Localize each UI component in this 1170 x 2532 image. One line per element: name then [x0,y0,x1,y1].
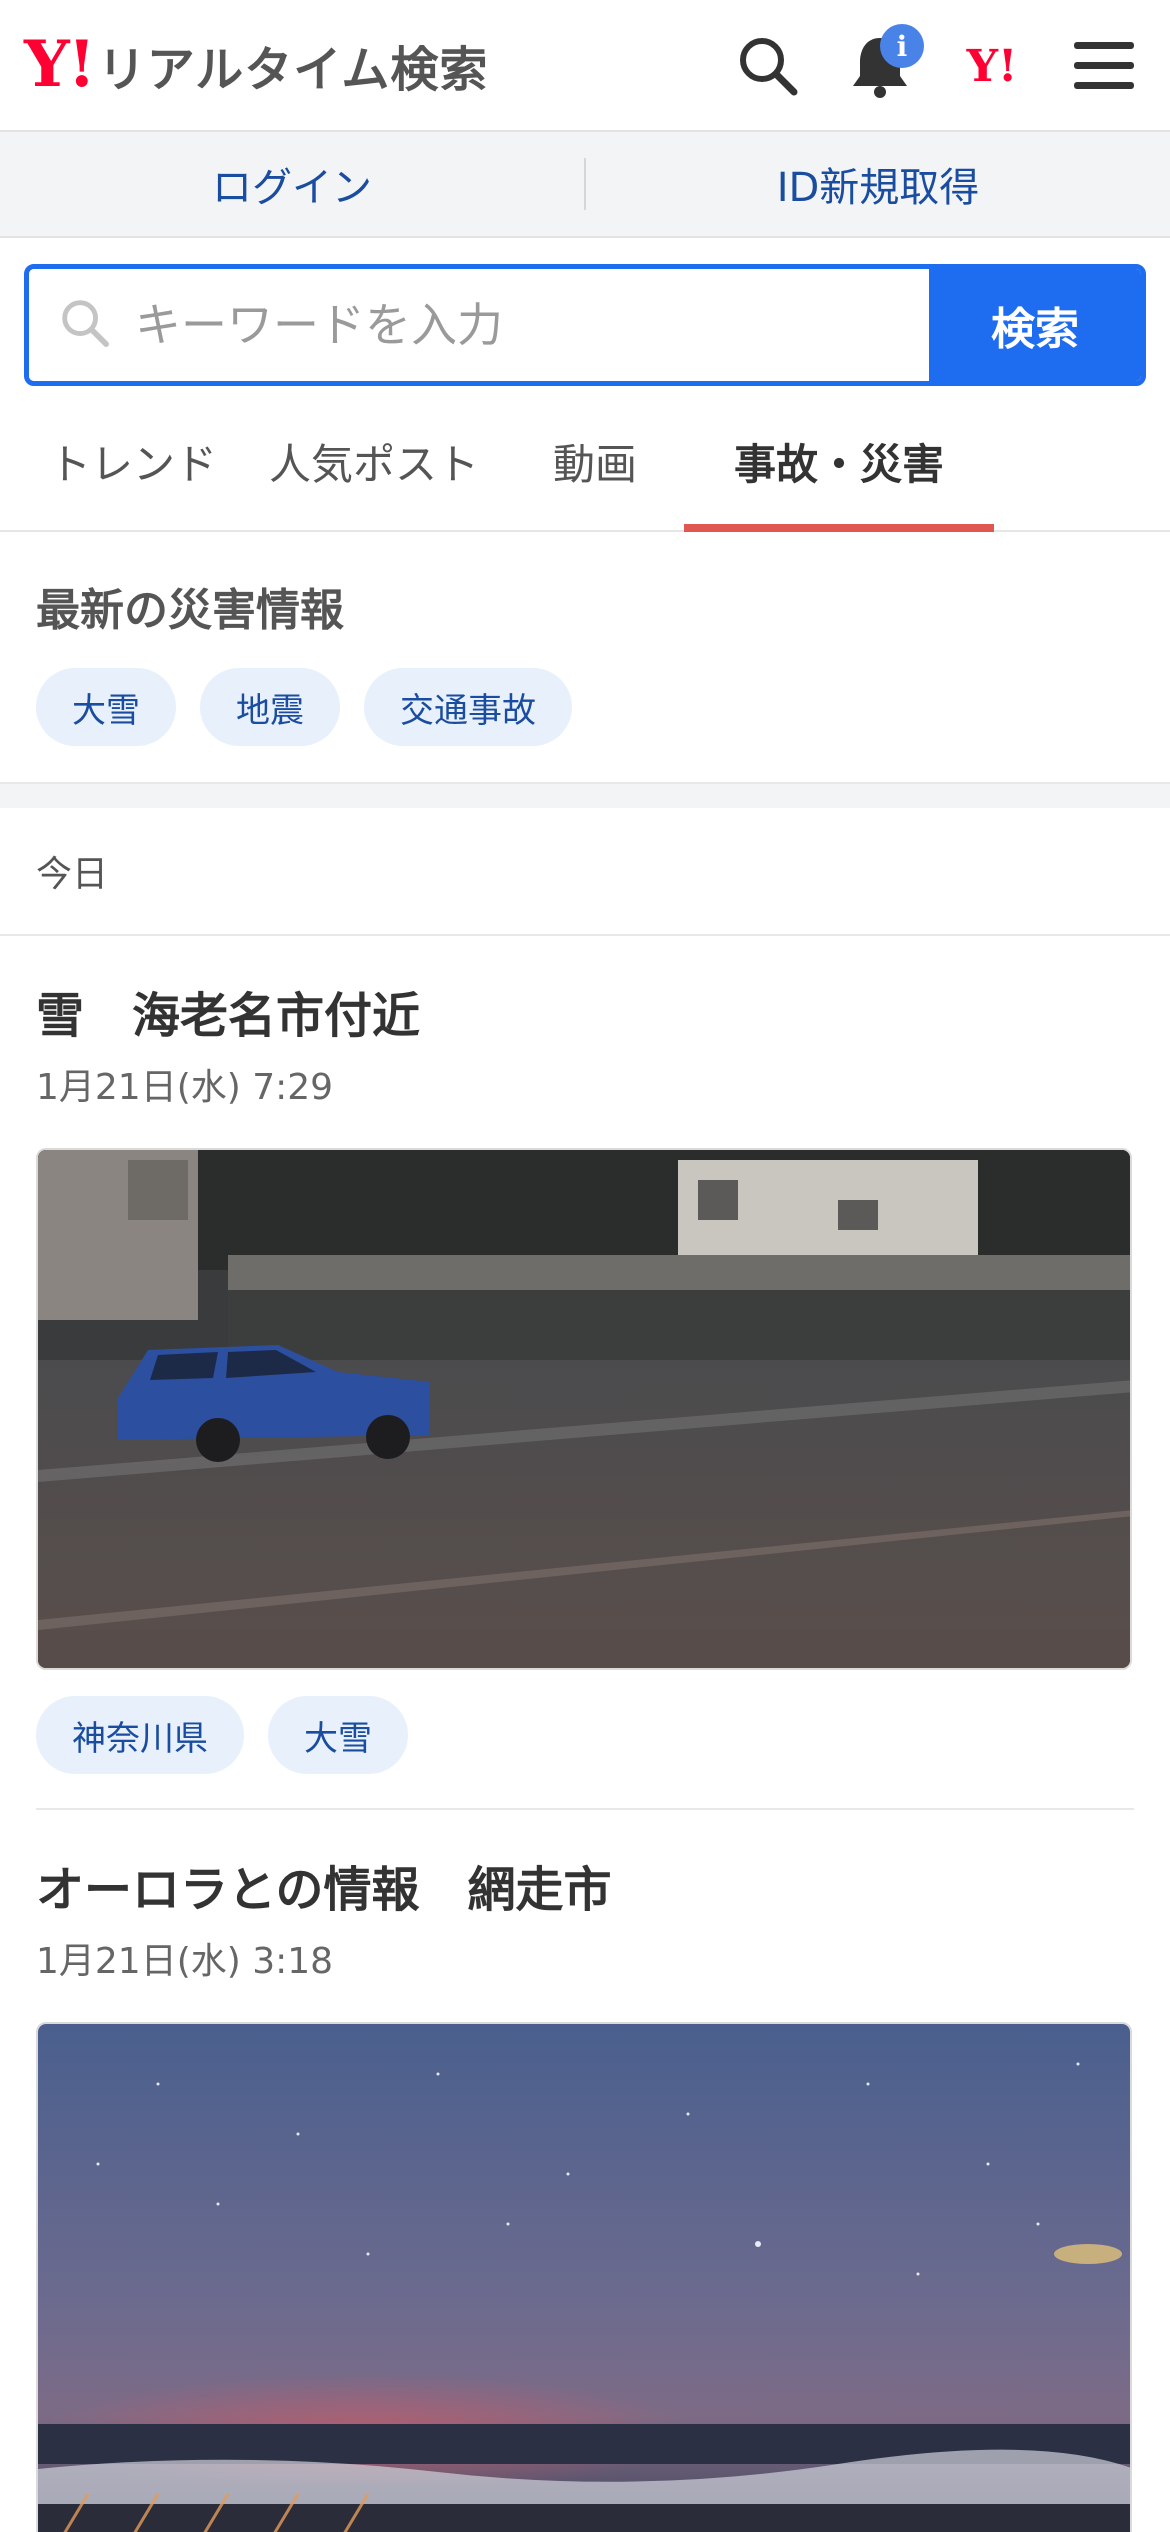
search-field[interactable] [29,269,929,381]
day-label: 今日 [0,808,1170,936]
disaster-chips: 大雪 地震 交通事故 [36,668,1134,746]
search-box: 検索 [24,264,1146,386]
tab-videos[interactable]: 動画 [506,392,684,530]
disaster-info-section: 最新の災害情報 大雪 地震 交通事故 [0,574,1170,746]
post-timestamp: 1月21日(水) 7:29 [36,1067,334,1108]
tab-accidents-disasters[interactable]: 事故・災害 [684,392,994,532]
notification-badge: i [880,24,924,68]
site-title: リアルタイム検索 [97,42,489,98]
post-tags: 神奈川県 大雪 [36,1696,1134,1810]
bell-icon[interactable]: i [844,24,924,102]
search-button[interactable]: 検索 [929,269,1141,381]
post-timestamp: 1月21日(水) 3:18 [36,1941,334,1982]
category-tabs: トレンド 人気ポスト 動画 事故・災害 [0,392,1170,532]
tab-trend[interactable]: トレンド [0,392,242,530]
yahoo-mini-label: Y! [966,40,1018,92]
post-video-thumbnail[interactable] [36,1148,1132,1670]
login-link[interactable]: ログイン [0,155,584,213]
tab-popular-posts[interactable]: 人気ポスト [242,392,506,530]
post-title[interactable]: オーロラとの情報 網走市 [36,1850,1134,1920]
post-card[interactable]: 雪 海老名市付近 1月21日(水) 7:29 神奈川県 大雪 [0,936,1170,1810]
tag-heavy-snow[interactable]: 大雪 [268,1696,408,1774]
auth-bar: ログイン ID新規取得 [0,132,1170,238]
tag-kanagawa[interactable]: 神奈川県 [36,1696,244,1774]
section-divider [0,782,1170,808]
app-header: Y! リアルタイム検索 i Y! [0,0,1170,132]
site-logo[interactable]: Y! リアルタイム検索 [24,30,488,100]
post-title[interactable]: 雪 海老名市付近 [36,976,1134,1046]
signup-link[interactable]: ID新規取得 [586,155,1170,213]
search-input[interactable] [135,298,835,352]
chip-earthquake[interactable]: 地震 [200,668,340,746]
section-title: 最新の災害情報 [36,585,344,636]
search-area: 検索 [0,238,1170,386]
post-video-thumbnail[interactable] [36,2022,1132,2532]
chip-heavy-snow[interactable]: 大雪 [36,668,176,746]
post-card[interactable]: オーロラとの情報 網走市 1月21日(水) 3:18 [0,1810,1170,2532]
search-icon[interactable] [732,30,804,102]
search-field-icon [59,297,111,353]
yahoo-logo-icon[interactable]: Y! [956,30,1028,102]
header-actions: i Y! [732,0,1140,132]
chip-traffic-accident[interactable]: 交通事故 [364,668,572,746]
hamburger-menu-icon[interactable] [1068,30,1140,102]
yahoo-logo-mark: Y! [24,27,96,102]
